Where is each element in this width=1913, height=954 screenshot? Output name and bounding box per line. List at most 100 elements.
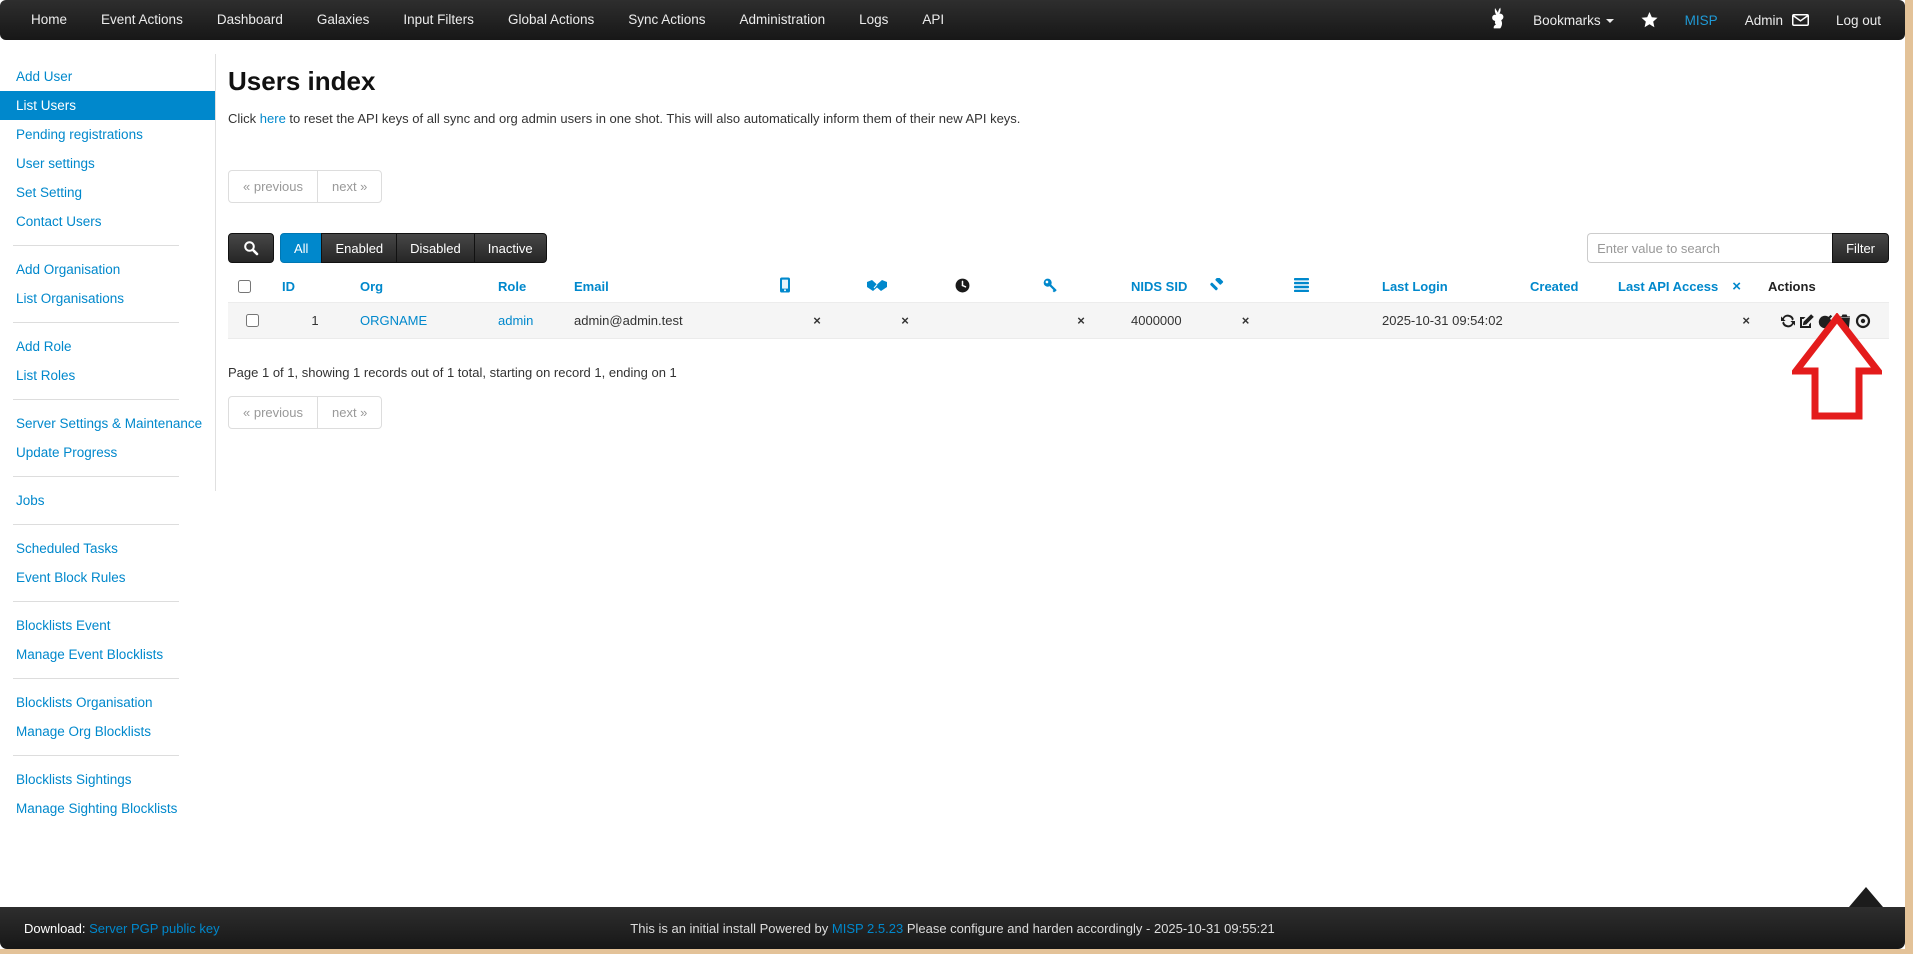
table-toolbar: AllEnabledDisabledInactive Filter [228, 233, 1889, 263]
envelope-icon[interactable] [1792, 14, 1809, 26]
nav-item-sync-actions[interactable]: Sync Actions [611, 0, 722, 40]
eye-icon[interactable] [1855, 313, 1871, 329]
column-header-pgp[interactable] [1037, 271, 1125, 303]
refresh-icon[interactable] [1780, 313, 1796, 329]
bookmarks-menu[interactable]: Bookmarks [1533, 13, 1614, 28]
filter-button[interactable]: Filter [1832, 233, 1889, 263]
cell-terms: × [1203, 303, 1288, 339]
nav-item-api[interactable]: API [905, 0, 961, 40]
nav-item-global-actions[interactable]: Global Actions [491, 0, 611, 40]
column-header-last-api-access[interactable]: Last API Access [1618, 279, 1718, 294]
nav-item-logs[interactable]: Logs [842, 0, 905, 40]
nav-item-input-filters[interactable]: Input Filters [386, 0, 491, 40]
remove-sort-icon[interactable]: × [1732, 278, 1741, 295]
column-header-role[interactable]: Role [498, 279, 526, 294]
select-all-checkbox[interactable] [238, 280, 251, 293]
sidebar-item-set-setting[interactable]: Set Setting [0, 178, 215, 207]
sidebar-item-contact-users[interactable]: Contact Users [0, 207, 215, 236]
next-page-button[interactable]: next » [317, 170, 382, 203]
page: HomeEvent ActionsDashboardGalaxiesInput … [0, 0, 1905, 949]
nav-item-galaxies[interactable]: Galaxies [300, 0, 387, 40]
chevron-down-icon [1606, 19, 1614, 23]
row-checkbox[interactable] [246, 314, 259, 327]
tab-inactive[interactable]: Inactive [474, 233, 547, 263]
download-label: Download: [24, 921, 85, 936]
reset-api-keys-text: Click here to reset the API keys of all … [228, 111, 1889, 126]
tab-disabled[interactable]: Disabled [396, 233, 475, 263]
nav-item-dashboard[interactable]: Dashboard [200, 0, 300, 40]
cell-nids-sid: 4000000 [1125, 303, 1203, 339]
pagination-summary: Page 1 of 1, showing 1 records out of 1 … [228, 365, 1889, 380]
reset-api-keys-link[interactable]: here [260, 111, 286, 126]
column-header-last-login[interactable]: Last Login [1382, 279, 1448, 294]
column-header-created[interactable]: Created [1530, 279, 1578, 294]
pagination-bottom: « previous next » [228, 396, 382, 429]
bookmarks-label: Bookmarks [1533, 13, 1601, 28]
misp-logo-icon[interactable] [1486, 7, 1506, 33]
footer-status-text: This is an initial install Powered by MI… [630, 921, 1274, 936]
logout-link[interactable]: Log out [1836, 13, 1881, 28]
next-page-button-bottom[interactable]: next » [317, 396, 382, 429]
sidebar-item-scheduled-tasks[interactable]: Scheduled Tasks [0, 534, 215, 563]
misp-version-link[interactable]: MISP 2.5.23 [832, 921, 903, 936]
star-icon[interactable] [1641, 12, 1658, 28]
column-header-totp[interactable] [773, 271, 861, 303]
sidebar-item-blocklists-organisation[interactable]: Blocklists Organisation [0, 688, 215, 717]
column-header-expiration[interactable] [949, 271, 1037, 303]
pgp-key-link[interactable]: Server PGP public key [89, 921, 220, 936]
sidebar-divider [13, 755, 179, 756]
cell-org-link[interactable]: ORGNAME [360, 313, 427, 328]
sidebar-item-pending-registrations[interactable]: Pending registrations [0, 120, 215, 149]
cell-role-link[interactable]: admin [498, 313, 533, 328]
sidebar-item-user-settings[interactable]: User settings [0, 149, 215, 178]
column-header-news[interactable] [1288, 271, 1376, 303]
scroll-to-top-button[interactable] [1849, 887, 1883, 907]
content-wrap: Add UserList UsersPending registrationsU… [0, 40, 1905, 907]
sidebar-divider [13, 524, 179, 525]
column-header-nids-sid[interactable]: NIDS SID [1131, 279, 1187, 294]
sidebar-item-manage-org-blocklists[interactable]: Manage Org Blocklists [0, 717, 215, 746]
user-menu[interactable]: Admin [1745, 13, 1809, 28]
sidebar-item-update-progress[interactable]: Update Progress [0, 438, 215, 467]
sidebar-item-list-organisations[interactable]: List Organisations [0, 284, 215, 313]
sidebar-divider [13, 245, 179, 246]
history-icon[interactable] [1818, 313, 1834, 329]
search-input[interactable] [1587, 233, 1832, 263]
footer-pre: This is an initial install Powered by [630, 921, 832, 936]
previous-page-button[interactable]: « previous [228, 170, 318, 203]
sidebar-item-add-role[interactable]: Add Role [0, 332, 215, 361]
desc-post: to reset the API keys of all sync and or… [286, 111, 1021, 126]
sidebar-item-jobs[interactable]: Jobs [0, 486, 215, 515]
sidebar-item-list-roles[interactable]: List Roles [0, 361, 215, 390]
column-header-contact-alert[interactable] [861, 271, 949, 303]
sidebar-divider [13, 322, 179, 323]
sidebar-item-add-organisation[interactable]: Add Organisation [0, 255, 215, 284]
sidebar-item-server-settings-maintenance[interactable]: Server Settings & Maintenance [0, 409, 215, 438]
sidebar-item-event-block-rules[interactable]: Event Block Rules [0, 563, 215, 592]
nav-item-event-actions[interactable]: Event Actions [84, 0, 200, 40]
trash-icon[interactable] [1837, 313, 1852, 329]
cell-expiration [949, 303, 1037, 339]
brand-link[interactable]: MISP [1685, 13, 1718, 28]
column-header-org[interactable]: Org [360, 279, 383, 294]
sidebar-item-manage-event-blocklists[interactable]: Manage Event Blocklists [0, 640, 215, 669]
edit-icon[interactable] [1799, 313, 1815, 329]
previous-page-button-bottom[interactable]: « previous [228, 396, 318, 429]
column-header-email[interactable]: Email [574, 279, 609, 294]
column-header-terms[interactable] [1203, 271, 1288, 303]
top-navbar: HomeEvent ActionsDashboardGalaxiesInput … [0, 0, 1905, 40]
cell-totp: × [773, 303, 861, 339]
nav-item-administration[interactable]: Administration [723, 0, 843, 40]
sidebar-item-add-user[interactable]: Add User [0, 62, 215, 91]
sidebar-item-blocklists-event[interactable]: Blocklists Event [0, 611, 215, 640]
nav-item-home[interactable]: Home [14, 0, 84, 40]
tab-enabled[interactable]: Enabled [321, 233, 397, 263]
tab-all[interactable]: All [280, 233, 322, 263]
column-header-id[interactable]: ID [282, 279, 295, 294]
sidebar-item-list-users[interactable]: List Users [0, 91, 215, 120]
sidebar-item-blocklists-sightings[interactable]: Blocklists Sightings [0, 765, 215, 794]
search-button[interactable] [228, 233, 274, 263]
handshake-icon [867, 279, 887, 292]
sidebar-item-manage-sighting-blocklists[interactable]: Manage Sighting Blocklists [0, 794, 215, 823]
cell-id: 1 [276, 303, 354, 339]
